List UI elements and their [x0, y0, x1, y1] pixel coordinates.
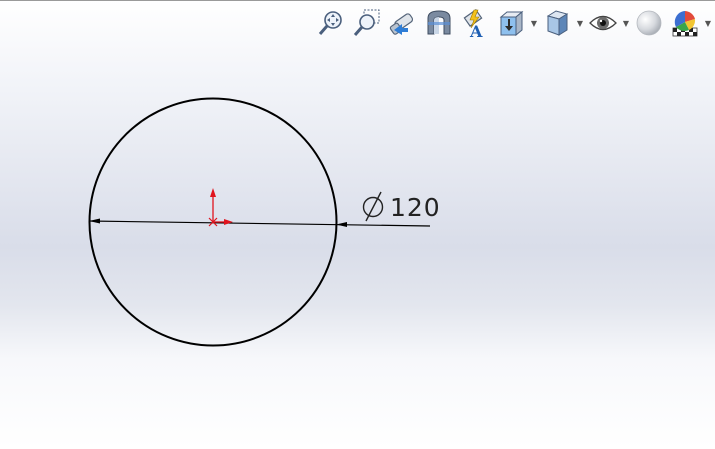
view-orientation-dropdown[interactable]: ▼ [493, 7, 539, 39]
zoom-to-fit-button[interactable] [316, 7, 346, 39]
hide-show-items-button[interactable] [588, 7, 618, 39]
hide-show-items-dropdown[interactable]: ▼ [585, 7, 631, 39]
eye-icon [589, 15, 617, 31]
diameter-symbol-icon [362, 191, 384, 222]
apply-scene-button[interactable] [670, 7, 700, 39]
dimension-arrow-left [89, 218, 100, 224]
zoom-to-area-icon [353, 9, 380, 36]
section-view-icon [427, 10, 451, 35]
chevron-down-icon[interactable]: ▼ [575, 7, 585, 39]
chevron-down-icon[interactable]: ▼ [529, 7, 539, 39]
scene-icon [672, 11, 698, 37]
section-view-button[interactable] [424, 7, 454, 39]
zoom-to-area-button[interactable] [352, 7, 382, 39]
appearance-sphere-icon [636, 10, 662, 36]
view-orientation-icon [499, 10, 524, 37]
view-orientation-button[interactable] [496, 7, 526, 39]
display-style-dropdown[interactable]: ▼ [539, 7, 585, 39]
dimension-value[interactable]: 120 [390, 193, 441, 222]
display-style-button[interactable] [542, 7, 572, 39]
apply-scene-dropdown[interactable]: ▼ [667, 7, 713, 39]
dynamic-annotation-icon: A [463, 9, 483, 38]
edit-appearance-button[interactable] [634, 7, 664, 39]
dynamic-annotation-button[interactable]: A [460, 7, 490, 39]
previous-view-icon [389, 13, 414, 35]
sketch-origin-icon [208, 188, 233, 227]
dimension-arrow-right [336, 222, 347, 227]
previous-view-button[interactable] [388, 7, 418, 39]
chevron-down-icon[interactable]: ▼ [703, 7, 713, 39]
zoom-to-fit-icon [318, 11, 342, 35]
heads-up-view-toolbar: A ▼ ▼ ▼ ▼ [313, 6, 713, 40]
display-style-icon [546, 10, 569, 36]
chevron-down-icon[interactable]: ▼ [621, 7, 631, 39]
svg-text:A: A [469, 22, 483, 38]
diameter-dimension-line[interactable] [88, 220, 431, 227]
graphics-area[interactable]: 120 [0, 0, 715, 449]
